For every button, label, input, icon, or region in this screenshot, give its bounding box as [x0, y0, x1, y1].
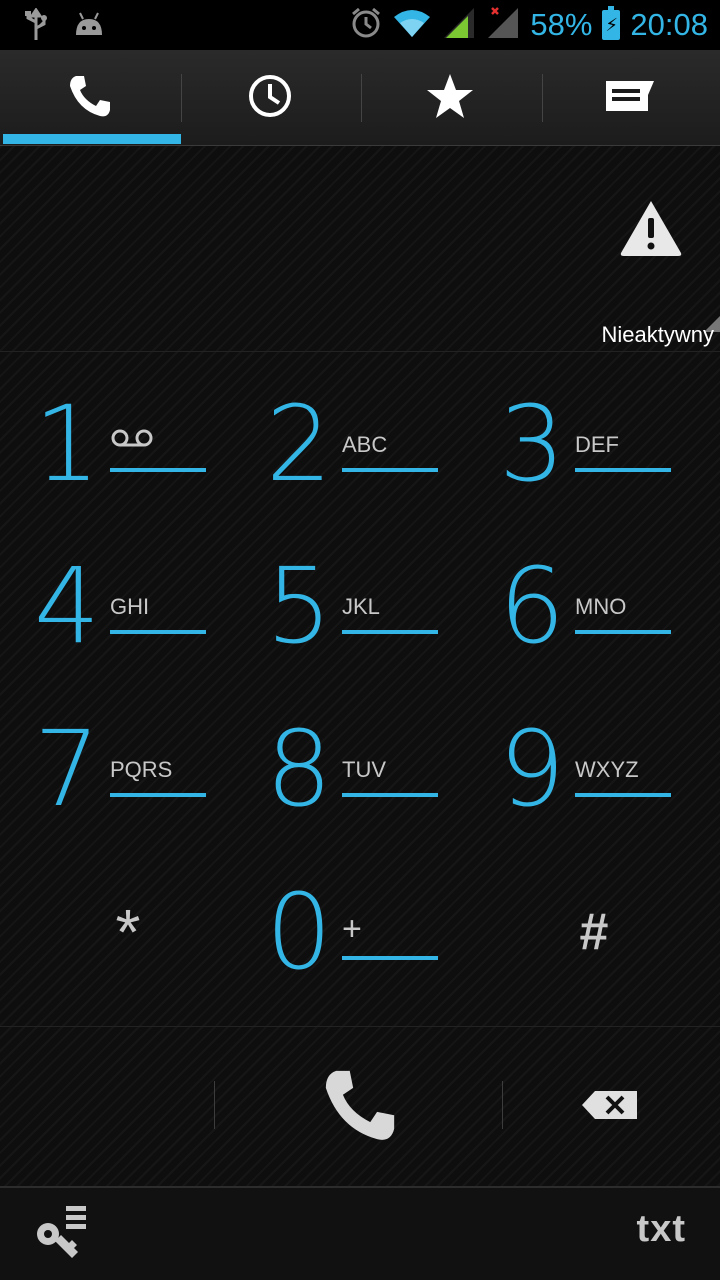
key-digit: 6: [498, 545, 565, 667]
key-letters: MNO: [575, 594, 627, 619]
call-button[interactable]: [300, 1057, 420, 1157]
digits-display[interactable]: Nieaktywny: [0, 146, 720, 352]
key-digit: 3: [498, 383, 565, 505]
status-label: Nieaktywny: [601, 322, 714, 347]
signal-no-service-icon: [486, 6, 520, 45]
battery-percent: 58%: [530, 7, 593, 42]
key-9[interactable]: 9 WXYZ: [465, 689, 697, 849]
clock-icon: [247, 73, 293, 124]
status-bar: 58% ⚡ 20:08: [0, 0, 720, 50]
key-digit: 7: [33, 708, 100, 830]
key-underline: [342, 630, 438, 634]
key-5[interactable]: 5 JKL: [232, 526, 464, 686]
key-underline: [575, 468, 671, 472]
key-letters: +: [342, 910, 362, 948]
tab-bar: [0, 50, 720, 146]
key-underline: [342, 793, 438, 797]
backspace-button[interactable]: [560, 1077, 660, 1137]
bottom-bar: txt: [0, 1186, 720, 1280]
key-underline: [110, 468, 206, 472]
signal-icon: [442, 6, 476, 45]
phone-icon: [319, 1064, 401, 1151]
key-letters: JKL: [342, 594, 380, 619]
key-underline: [575, 793, 671, 797]
key-digit: 1: [33, 383, 100, 505]
key-0[interactable]: 0 +: [232, 852, 464, 1012]
star-icon: [425, 72, 475, 125]
key-underline: [342, 956, 438, 960]
key-letters: GHI: [110, 594, 150, 619]
clock-time: 20:08: [630, 7, 708, 42]
tab-dialer[interactable]: [0, 50, 180, 146]
key-digit: 4: [33, 545, 100, 667]
key-4[interactable]: 4 GHI: [0, 526, 232, 686]
usb-icon: [22, 7, 50, 47]
key-hash[interactable]: #: [478, 852, 710, 1012]
key-symbol: #: [579, 903, 609, 961]
key-letters: PQRS: [110, 757, 173, 782]
dialer-main: Nieaktywny 1 2 ABC 3 DEF 4 GHI 5 JKL 6 M…: [0, 146, 720, 1186]
key-underline: [110, 793, 206, 797]
warning-icon[interactable]: [618, 198, 684, 263]
key-digit: 8: [265, 708, 332, 830]
txt-button[interactable]: txt: [637, 1208, 686, 1251]
key-underline: [342, 468, 438, 472]
action-divider: [502, 1081, 503, 1129]
contact-card-icon: [604, 79, 656, 118]
selected-tab-indicator: [3, 134, 181, 144]
key-6[interactable]: 6 MNO: [465, 526, 697, 686]
key-letters: WXYZ: [575, 757, 639, 782]
key-digit: 2: [265, 383, 332, 505]
alarm-icon: [350, 7, 382, 44]
dialer-action-bar: [0, 1026, 720, 1186]
battery-charging-icon: ⚡: [602, 6, 621, 40]
key-letters: ABC: [342, 432, 388, 457]
key-underline: [110, 630, 206, 634]
phone-icon: [66, 72, 114, 125]
key-3[interactable]: 3 DEF: [465, 364, 697, 524]
key-letters: DEF: [575, 432, 619, 457]
key-8[interactable]: 8 TUV: [232, 689, 464, 849]
key-letters: TUV: [342, 757, 386, 782]
wifi-icon: [392, 7, 432, 44]
key-digit: 5: [265, 545, 332, 667]
tab-contacts[interactable]: [540, 50, 720, 146]
tab-call-log[interactable]: [180, 50, 360, 146]
key-1[interactable]: 1: [0, 364, 232, 524]
action-divider: [214, 1081, 215, 1129]
key-2[interactable]: 2 ABC: [232, 364, 464, 524]
voicemail-icon: [110, 426, 154, 456]
key-symbol: *: [115, 896, 141, 968]
tab-favorites[interactable]: [360, 50, 540, 146]
backspace-icon: [581, 1090, 639, 1125]
key-digit: 9: [498, 708, 565, 830]
key-menu-icon[interactable]: [30, 1202, 90, 1267]
key-underline: [575, 630, 671, 634]
key-7[interactable]: 7 PQRS: [0, 689, 232, 849]
android-debug-icon: [72, 11, 106, 44]
key-digit: 0: [265, 871, 332, 993]
key-star[interactable]: *: [0, 852, 232, 1012]
